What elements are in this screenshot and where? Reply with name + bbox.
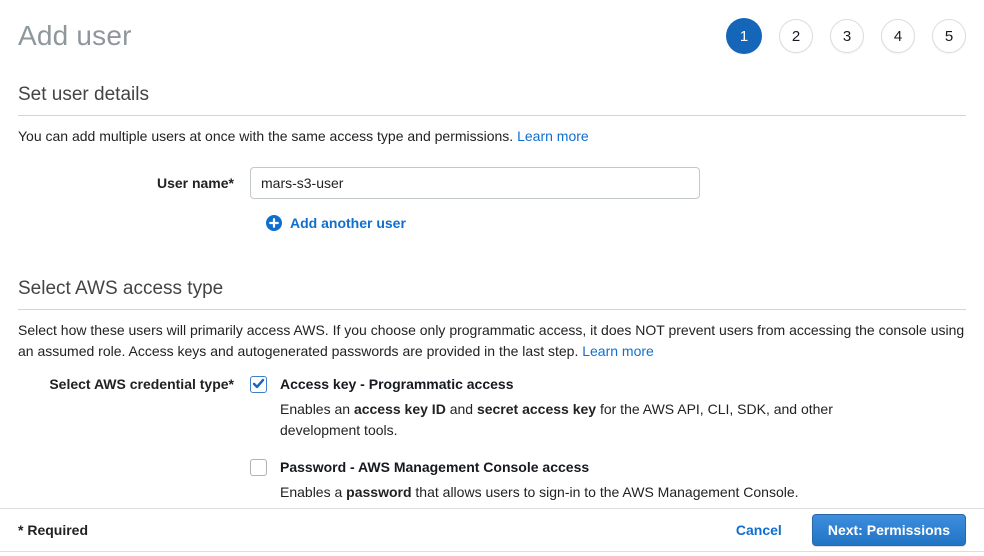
desc-segment-bold: access key ID <box>354 401 446 417</box>
access-key-option-title: Access key - Programmatic access <box>280 376 840 392</box>
user-details-description: You can add multiple users at once with … <box>18 126 966 147</box>
plus-circle-icon <box>266 215 282 231</box>
page-header: Add user 1 2 3 4 5 <box>0 0 984 54</box>
credential-type-label: Select AWS credential type* <box>0 376 250 392</box>
step-5[interactable]: 5 <box>932 19 966 53</box>
access-key-option-text: Access key - Programmatic access Enables… <box>280 376 840 441</box>
add-another-user-label: Add another user <box>290 215 406 231</box>
access-key-option-description: Enables an access key ID and secret acce… <box>280 399 840 441</box>
access-type-description: Select how these users will primarily ac… <box>18 320 966 362</box>
access-key-checkbox[interactable] <box>250 376 267 393</box>
add-another-user-button[interactable]: Add another user <box>266 215 406 231</box>
desc-segment-bold: secret access key <box>477 401 596 417</box>
section-heading-user-details: Set user details <box>18 84 966 116</box>
desc-segment: that allows users to sign-in to the AWS … <box>412 484 799 500</box>
password-option-text: Password - AWS Management Console access… <box>280 459 799 503</box>
username-label: User name* <box>0 167 250 191</box>
learn-more-link-user-details[interactable]: Learn more <box>517 128 589 144</box>
username-form-row: User name* <box>0 167 984 199</box>
access-type-description-text: Select how these users will primarily ac… <box>18 322 964 359</box>
wizard-footer: * Required Cancel Next: Permissions <box>0 508 984 552</box>
desc-segment: Enables a <box>280 484 346 500</box>
step-4[interactable]: 4 <box>881 19 915 53</box>
credential-option-row-password: Password - AWS Management Console access… <box>0 459 984 503</box>
desc-segment: Enables an <box>280 401 354 417</box>
desc-segment: and <box>446 401 477 417</box>
username-input[interactable] <box>250 167 700 199</box>
step-3[interactable]: 3 <box>830 19 864 53</box>
credential-option-row-access-key: Select AWS credential type* Access key -… <box>0 376 984 441</box>
wizard-steps: 1 2 3 4 5 <box>726 16 966 54</box>
checkmark-icon <box>252 377 265 393</box>
user-details-description-text: You can add multiple users at once with … <box>18 128 513 144</box>
step-2[interactable]: 2 <box>779 19 813 53</box>
page-title: Add user <box>18 16 132 52</box>
cancel-button[interactable]: Cancel <box>736 522 782 538</box>
password-checkbox[interactable] <box>250 459 267 476</box>
next-permissions-button[interactable]: Next: Permissions <box>812 514 966 546</box>
password-option-title: Password - AWS Management Console access <box>280 459 799 475</box>
step-1[interactable]: 1 <box>726 18 762 54</box>
desc-segment-bold: password <box>346 484 411 500</box>
learn-more-link-access-type[interactable]: Learn more <box>582 343 654 359</box>
required-note: * Required <box>18 522 88 538</box>
password-option-description: Enables a password that allows users to … <box>280 482 799 503</box>
section-heading-access-type: Select AWS access type <box>18 278 966 310</box>
